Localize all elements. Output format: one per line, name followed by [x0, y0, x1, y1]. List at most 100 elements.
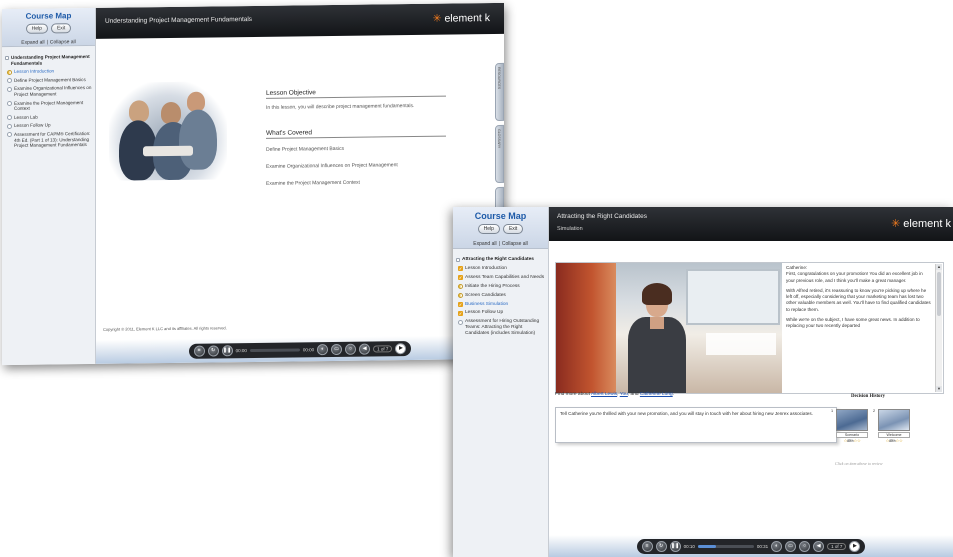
element-k-logo: ✳ element k: [432, 12, 490, 25]
page-indicator: 1 of 7: [373, 344, 393, 353]
collapse-all-link[interactable]: Collapse all: [48, 39, 78, 45]
status-circle-icon: [7, 132, 12, 138]
sidebar-item[interactable]: Examine Organizational Influences on Pro…: [5, 85, 92, 97]
dialog-scrollbar[interactable]: ▲ ▼: [935, 264, 942, 392]
module-icon: [456, 258, 460, 262]
tree-root[interactable]: Attracting the Right Candidates: [456, 257, 545, 263]
element-k-logo: ✳ element k: [891, 217, 951, 231]
find-more-line: Find more about Albert Lewis, You, and C…: [555, 392, 675, 397]
sidebar-item-label: Lesson Lab: [14, 114, 38, 120]
collapse-all-link[interactable]: Collapse all: [500, 241, 530, 247]
tree-root-label: Attracting the Right Candidates: [462, 257, 534, 262]
scroll-thumb[interactable]: [937, 272, 941, 316]
sidebar-item-label: Lesson Follow Up: [465, 310, 504, 316]
volume-icon[interactable]: ◐: [317, 343, 329, 355]
sidebar-item-label: Lesson Follow Up: [14, 122, 51, 129]
course-map-sidebar: Course Map Help Exit Expand all | Collapse…: [453, 207, 549, 557]
menu-icon[interactable]: ≡: [641, 540, 653, 552]
sidebar-item[interactable]: Assessment for CAPM® Certification: 4th …: [5, 131, 92, 149]
sidebar-item-label: Screen Candidates: [465, 292, 506, 298]
replay-icon[interactable]: ↻: [655, 540, 667, 552]
status-circle-icon: [458, 293, 463, 299]
progress-track[interactable]: [697, 544, 754, 548]
sidebar-item[interactable]: Initiate the Hiring Process: [456, 284, 545, 290]
sidebar-item[interactable]: ✓ Lesson Follow Up: [456, 310, 545, 316]
tree-root-label: Understanding Project Management Fundame…: [11, 53, 90, 66]
total-time: 00:00: [302, 346, 315, 352]
albert-lewis-link[interactable]: Albert Lewis: [591, 392, 617, 397]
sidebar-item[interactable]: Lesson Introduction: [5, 68, 92, 75]
status-circle-icon: [7, 123, 12, 129]
copyright-text: Copyright © 2011, Element K LLC and its …: [103, 325, 227, 332]
status-circle-icon: [7, 78, 12, 84]
sidebar-item[interactable]: Lesson Follow Up: [5, 122, 92, 129]
you-link[interactable]: You: [620, 392, 628, 397]
help-button[interactable]: Help: [477, 224, 500, 234]
covered-item: Define Project Management Basics: [266, 145, 345, 153]
sidebar-item[interactable]: Lesson Lab: [5, 114, 92, 121]
pause-icon[interactable]: ❚❚: [221, 344, 233, 356]
status-circle-icon: [7, 115, 12, 121]
decision-card[interactable]: 1 Scenario ☆85%☆☆: [831, 409, 868, 444]
sidebar-item[interactable]: ✓ Assess Team Capabilities and Needs: [456, 275, 545, 281]
module-icon: [5, 55, 9, 61]
tab-resources[interactable]: RESOURCES: [495, 62, 504, 122]
team-meeting-photo: [109, 81, 227, 181]
previous-icon[interactable]: ◀: [813, 540, 825, 552]
sidebar-item[interactable]: Define Project Management Basics: [5, 77, 92, 84]
sidebar-item[interactable]: ✓ Business Simulation: [456, 302, 545, 308]
simulation-panel: Catherine: First, congratulations on you…: [555, 262, 944, 394]
help-button[interactable]: Help: [25, 23, 48, 34]
objective-heading: Lesson Objective: [266, 87, 446, 99]
response-option[interactable]: Tell Catherine you're thrilled with your…: [555, 407, 837, 443]
next-icon[interactable]: ▶: [395, 342, 407, 354]
replay-icon[interactable]: ↻: [207, 344, 219, 357]
checkmark-icon: ✓: [458, 302, 463, 308]
covered-item: Examine Organizational Influences on Pro…: [266, 162, 398, 170]
player-controls: ≡ ↻ ❚❚ 00:00 00:00 ◐ ▭ ○ ◀ 1 of 7 ▶: [188, 340, 412, 359]
exit-button[interactable]: Exit: [502, 224, 524, 234]
lesson-list: ✓ Lesson Introduction ✓ Assess Team Capabil…: [456, 266, 545, 337]
sidebar-item-label: Define Project Management Basics: [14, 76, 86, 83]
captions-icon[interactable]: ▭: [331, 343, 343, 355]
settings-icon[interactable]: ○: [799, 540, 811, 552]
dialog-paragraph: While we're on the subject, I have some …: [786, 317, 920, 329]
sidebar-item-label: Examine the Project Management Context: [14, 99, 84, 112]
sidebar-item-label: Assessment for CAPM® Certification: 4th …: [14, 130, 91, 149]
sidebar-item-label: Examine Organizational Influences on Pro…: [14, 85, 92, 97]
captions-icon[interactable]: ▭: [785, 540, 797, 552]
lesson-title: Attracting the Right Candidates: [557, 213, 647, 220]
progress-track[interactable]: [249, 347, 300, 352]
elapsed-time: 00:00: [235, 347, 247, 353]
title-bar: Understanding Project Management Fundame…: [96, 2, 504, 39]
starburst-icon: ✳: [432, 12, 442, 25]
menu-icon[interactable]: ≡: [193, 345, 205, 357]
decision-card[interactable]: 2 Welcome ☆85%☆☆: [873, 409, 910, 444]
starburst-icon: ✳: [891, 218, 901, 230]
sidebar-item-label: Lesson Introduction: [465, 265, 507, 271]
catherine-long-link[interactable]: Catherine Long: [640, 392, 673, 397]
sidebar-item[interactable]: ✓ Lesson Introduction: [456, 266, 545, 272]
expand-all-link[interactable]: Expand all: [471, 241, 498, 247]
scroll-up-icon[interactable]: ▲: [936, 264, 942, 270]
covered-heading: What's Covered: [266, 127, 446, 139]
tree-root[interactable]: Understanding Project Management Fundame…: [5, 54, 92, 66]
media-player: ≡ ↻ ❚❚ 00:10 00:31 ◐ ▭ ○ ◀ 1 of 7 ▶: [549, 535, 953, 557]
settings-icon[interactable]: ○: [345, 343, 357, 355]
sidebar-item[interactable]: Examine the Project Management Context: [5, 100, 92, 112]
lesson-list: Lesson Introduction Define Project Manage…: [5, 68, 92, 149]
elapsed-time: 00:10: [683, 543, 695, 549]
course-map-sidebar: Course Map Help Exit Expand all | Collapse…: [2, 7, 96, 366]
previous-icon[interactable]: ◀: [359, 343, 371, 355]
sidebar-item[interactable]: Screen Candidates: [456, 293, 545, 299]
scroll-down-icon[interactable]: ▼: [936, 386, 942, 392]
expand-all-link[interactable]: Expand all: [19, 40, 46, 46]
next-icon[interactable]: ▶: [849, 540, 861, 552]
tab-glossary[interactable]: GLOSSARY: [495, 124, 504, 184]
exit-button[interactable]: Exit: [50, 23, 72, 34]
volume-icon[interactable]: ◐: [771, 540, 783, 552]
pause-icon[interactable]: ❚❚: [669, 540, 681, 552]
sidebar-item[interactable]: Assessment for Hiring Outstanding Teams:…: [456, 319, 545, 337]
media-player: ≡ ↻ ❚❚ 00:00 00:00 ◐ ▭ ○ ◀ 1 of 7 ▶: [96, 334, 504, 364]
status-circle-icon: [458, 319, 463, 325]
